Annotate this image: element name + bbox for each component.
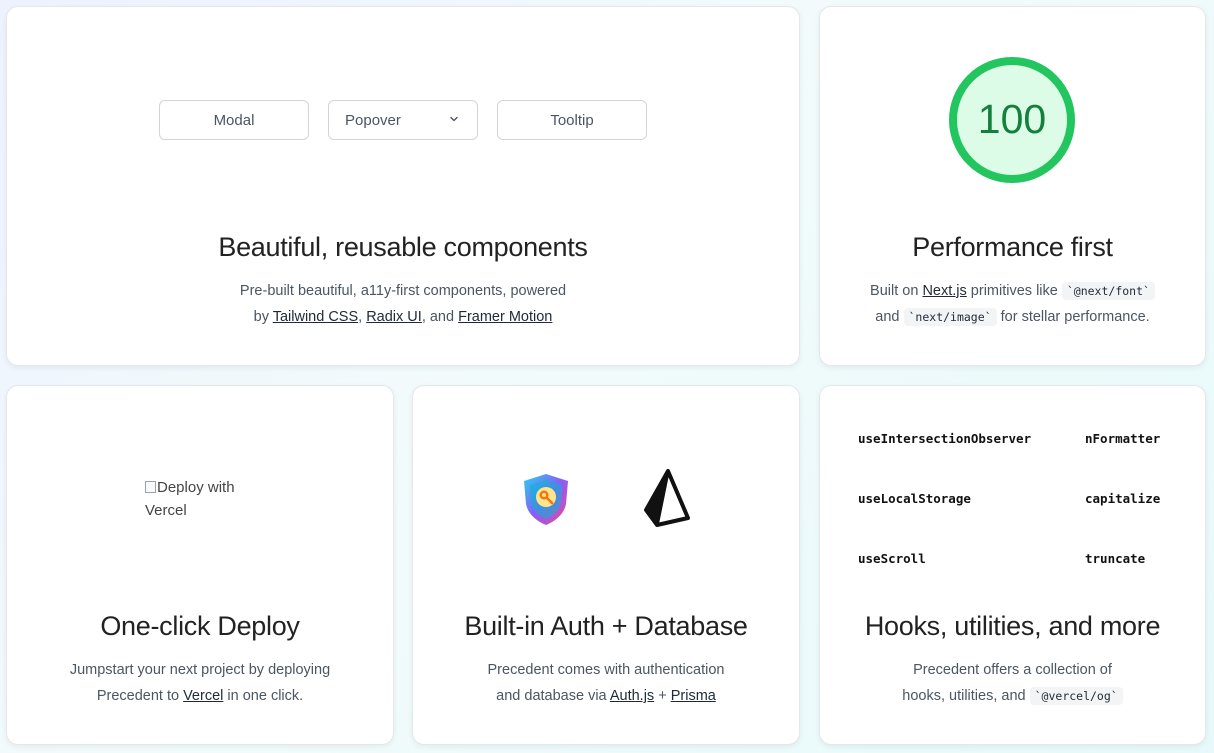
vercel-link[interactable]: Vercel <box>183 688 223 704</box>
card-title: Hooks, utilities, and more <box>864 611 1161 641</box>
utility-item[interactable]: truncate <box>1085 551 1145 566</box>
prisma-icon <box>644 469 690 527</box>
desc-line-2: and `next/image` for stellar performance… <box>820 304 1205 330</box>
radix-link[interactable]: Radix UI <box>366 309 422 325</box>
hook-item[interactable]: useLocalStorage <box>858 491 971 506</box>
desc-text: and <box>875 309 904 325</box>
tailwind-link[interactable]: Tailwind CSS <box>273 309 358 325</box>
code-snippet: `@vercel/og` <box>1029 687 1123 705</box>
score-value: 100 <box>978 96 1046 142</box>
broken-image-icon <box>145 481 156 493</box>
card-title: One-click Deploy <box>100 611 300 641</box>
card-description: Precedent comes with authentication and … <box>413 657 799 709</box>
desc-line-2: by Tailwind CSS, Radix UI, and Framer Mo… <box>7 304 799 330</box>
desc-sep: , <box>358 309 367 325</box>
hooks-card: useIntersectionObserver useLocalStorage … <box>819 385 1206 745</box>
desc-line-1: Pre-built beautiful, a11y-first componen… <box>239 283 567 299</box>
desc-text: + <box>654 688 671 704</box>
utility-item[interactable]: capitalize <box>1085 491 1160 506</box>
desc-line-1: Jumpstart your next project by deploying <box>69 662 331 678</box>
desc-text: Precedent to <box>96 688 184 704</box>
popover-button-label: Popover <box>345 111 401 129</box>
desc-text: in one click. <box>223 688 304 704</box>
hook-item[interactable]: useScroll <box>858 551 926 566</box>
desc-line-1: Built on Next.js primitives like `@next/… <box>820 278 1205 304</box>
auth-shield-icon <box>524 474 568 525</box>
card-description: Built on Next.js primitives like `@next/… <box>820 278 1205 330</box>
desc-line-1: Precedent offers a collection of <box>913 662 1112 678</box>
code-snippet: `@next/font` <box>1061 282 1155 300</box>
desc-text: for stellar performance. <box>996 309 1150 325</box>
deploy-with-vercel-image[interactable]: Deploy with Vercel <box>145 476 265 522</box>
framer-link[interactable]: Framer Motion <box>458 309 552 325</box>
desc-line-2: Precedent to Vercel in one click. <box>7 683 393 709</box>
chevron-down-icon <box>450 116 458 122</box>
desc-by: by <box>253 309 273 325</box>
authjs-link[interactable]: Auth.js <box>610 688 654 704</box>
performance-card: 100 Performance first Built on Next.js p… <box>819 6 1206 366</box>
score-ring: 100 <box>949 57 1075 183</box>
tooltip-button[interactable]: Tooltip <box>497 100 647 140</box>
card-title: Built-in Auth + Database <box>464 611 748 641</box>
card-description: Precedent offers a collection of hooks, … <box>820 657 1205 709</box>
prisma-link[interactable]: Prisma <box>671 688 716 704</box>
desc-line-1: Precedent comes with authentication <box>487 662 725 678</box>
desc-text: and database via <box>496 688 610 704</box>
utility-item[interactable]: nFormatter <box>1085 431 1160 446</box>
hook-item[interactable]: useIntersectionObserver <box>858 431 1031 446</box>
desc-text: hooks, utilities, and <box>902 688 1030 704</box>
desc-sep: , and <box>421 309 459 325</box>
card-title: Beautiful, reusable components <box>218 232 588 262</box>
modal-button[interactable]: Modal <box>159 100 309 140</box>
desc-line-2: and database via Auth.js + Prisma <box>413 683 799 709</box>
desc-text: primitives like <box>966 283 1062 299</box>
deploy-card: Deploy with Vercel One-click Deploy Jump… <box>6 385 394 745</box>
nextjs-link[interactable]: Next.js <box>922 283 966 299</box>
card-description: Jumpstart your next project by deploying… <box>7 657 393 709</box>
desc-line-2: hooks, utilities, and `@vercel/og` <box>820 683 1205 709</box>
popover-button[interactable]: Popover <box>328 100 478 140</box>
card-title: Performance first <box>912 232 1113 262</box>
components-card: Modal Popover Tooltip Beautiful, reusabl… <box>6 6 800 366</box>
auth-card: Built-in Auth + Database Precedent comes… <box>412 385 800 745</box>
card-description: Pre-built beautiful, a11y-first componen… <box>7 278 799 330</box>
image-alt-text: Deploy with Vercel <box>145 479 235 519</box>
desc-text: Built on <box>870 283 923 299</box>
code-snippet: `next/image` <box>903 308 997 326</box>
